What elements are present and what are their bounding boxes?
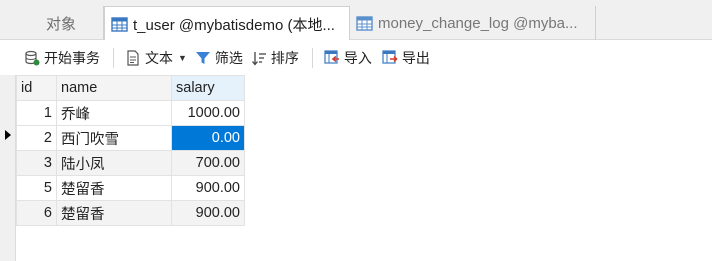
tab-label: t_user @mybatisdemo (本地...: [133, 16, 335, 34]
row-header-strip: [0, 75, 16, 261]
table-row[interactable]: 3 陆小凤 700.00: [16, 150, 245, 176]
export-button[interactable]: 导出: [380, 45, 432, 71]
filter-button[interactable]: 筛选: [193, 45, 245, 71]
cell-salary[interactable]: 900.00: [171, 200, 245, 226]
import-icon: [324, 49, 339, 64]
table-row[interactable]: 2 西门吹雪 0.00: [16, 125, 245, 151]
cell-id[interactable]: 5: [16, 175, 57, 201]
cell-name[interactable]: 西门吹雪: [56, 125, 172, 151]
column-header-id[interactable]: id: [16, 75, 57, 101]
toolbar: 开始事务 文本 ▼ 筛选 排序 导入 导出: [0, 40, 712, 75]
begin-transaction-label: 开始事务: [44, 49, 100, 66]
text-view-button[interactable]: 文本 ▼: [123, 45, 189, 71]
tab-t-user[interactable]: t_user @mybatisdemo (本地...: [104, 6, 350, 41]
export-label: 导出: [401, 49, 430, 66]
import-button[interactable]: 导入: [322, 45, 374, 71]
tab-money-change-log[interactable]: money_change_log @myba...: [350, 6, 596, 40]
table-row[interactable]: 1 乔峰 1000.00: [16, 100, 245, 126]
sort-button[interactable]: 排序: [249, 45, 301, 71]
import-label: 导入: [343, 49, 372, 66]
cell-id[interactable]: 1: [16, 100, 57, 126]
cell-name[interactable]: 陆小凤: [56, 150, 172, 176]
sort-icon: [251, 51, 266, 66]
chevron-down-icon[interactable]: ▼: [178, 53, 187, 63]
text-view-label: 文本: [145, 49, 173, 66]
export-icon: [382, 49, 398, 64]
cell-name[interactable]: 乔峰: [56, 100, 172, 126]
table-icon: [111, 16, 128, 32]
database-transaction-icon: [25, 50, 40, 65]
begin-transaction-button[interactable]: 开始事务: [22, 45, 102, 71]
grid-header-row: id name salary: [16, 75, 245, 101]
table-row[interactable]: 5 楚留香 900.00: [16, 175, 245, 201]
cell-salary[interactable]: 900.00: [171, 175, 245, 201]
cell-id[interactable]: 2: [16, 125, 57, 151]
tab-bar: 对象 t_user @mybatisdemo (本地... money_chan…: [0, 0, 712, 41]
filter-icon: [195, 51, 210, 64]
filter-label: 筛选: [214, 49, 243, 66]
cell-salary[interactable]: 700.00: [171, 150, 245, 176]
toolbar-divider: [113, 47, 114, 68]
cell-salary[interactable]: 1000.00: [171, 100, 245, 126]
cell-id[interactable]: 6: [16, 200, 57, 226]
cell-salary-selected[interactable]: 0.00: [171, 125, 245, 151]
tab-label: 对象: [46, 15, 77, 33]
sort-label: 排序: [270, 49, 299, 66]
table-row[interactable]: 6 楚留香 900.00: [16, 200, 245, 226]
column-header-salary[interactable]: salary: [171, 75, 245, 101]
current-row-arrow-icon: [5, 130, 11, 140]
cell-id[interactable]: 3: [16, 150, 57, 176]
column-header-name[interactable]: name: [56, 75, 172, 101]
cell-name[interactable]: 楚留香: [56, 175, 172, 201]
tab-objects[interactable]: 对象: [0, 6, 104, 40]
cell-name[interactable]: 楚留香: [56, 200, 172, 226]
data-grid: id name salary 1 乔峰 1000.00 2 西门吹雪 0.00 …: [16, 75, 245, 226]
toolbar-divider: [311, 47, 313, 68]
table-icon: [356, 15, 373, 31]
document-icon: [127, 49, 139, 66]
tab-label: money_change_log @myba...: [378, 14, 578, 32]
